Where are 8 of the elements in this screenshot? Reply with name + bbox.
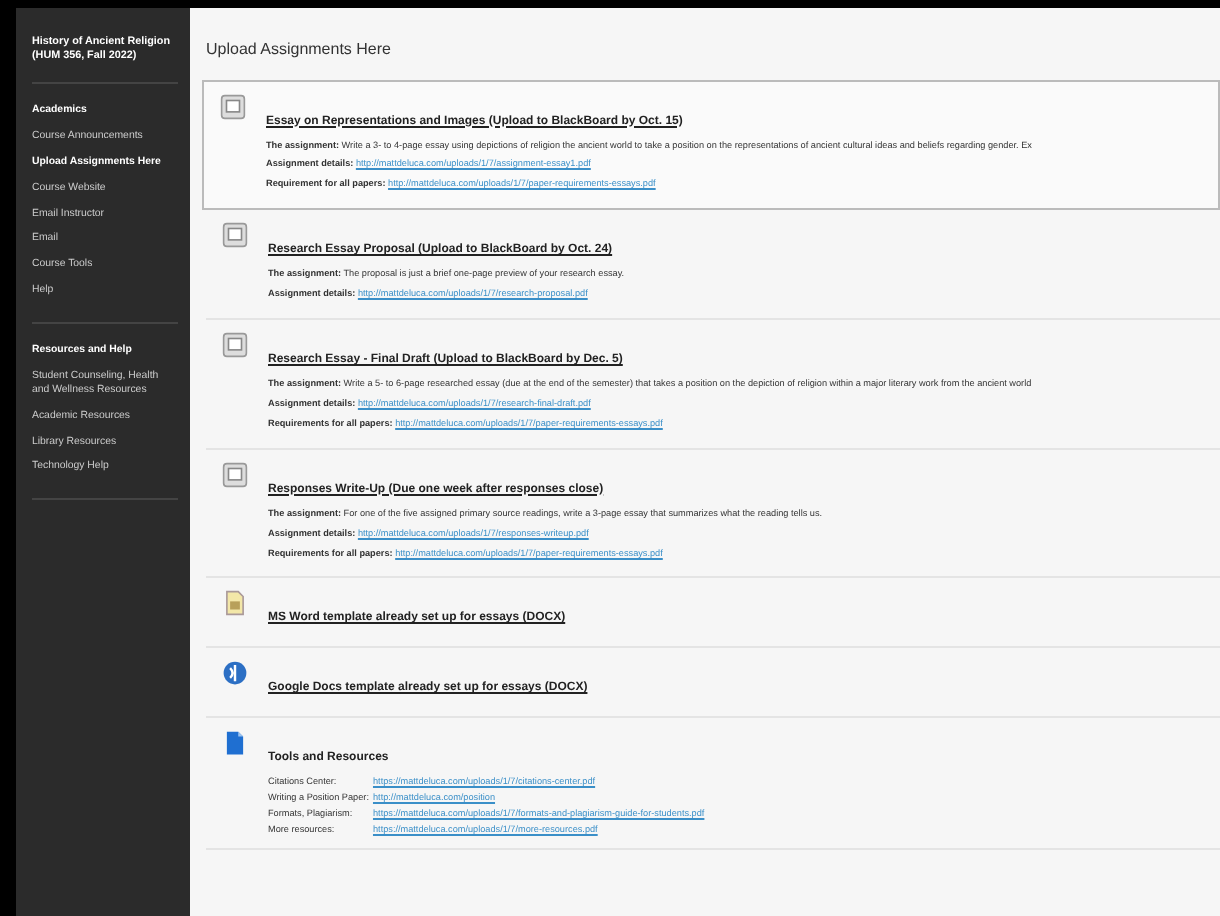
document-icon <box>222 222 248 249</box>
page-title: Upload Assignments Here <box>206 40 393 60</box>
globe-icon <box>222 660 248 687</box>
document-icon <box>220 93 246 120</box>
document-icon <box>222 461 248 488</box>
file-icon <box>222 730 248 757</box>
document-icon <box>222 332 248 359</box>
document-icon <box>222 590 248 617</box>
